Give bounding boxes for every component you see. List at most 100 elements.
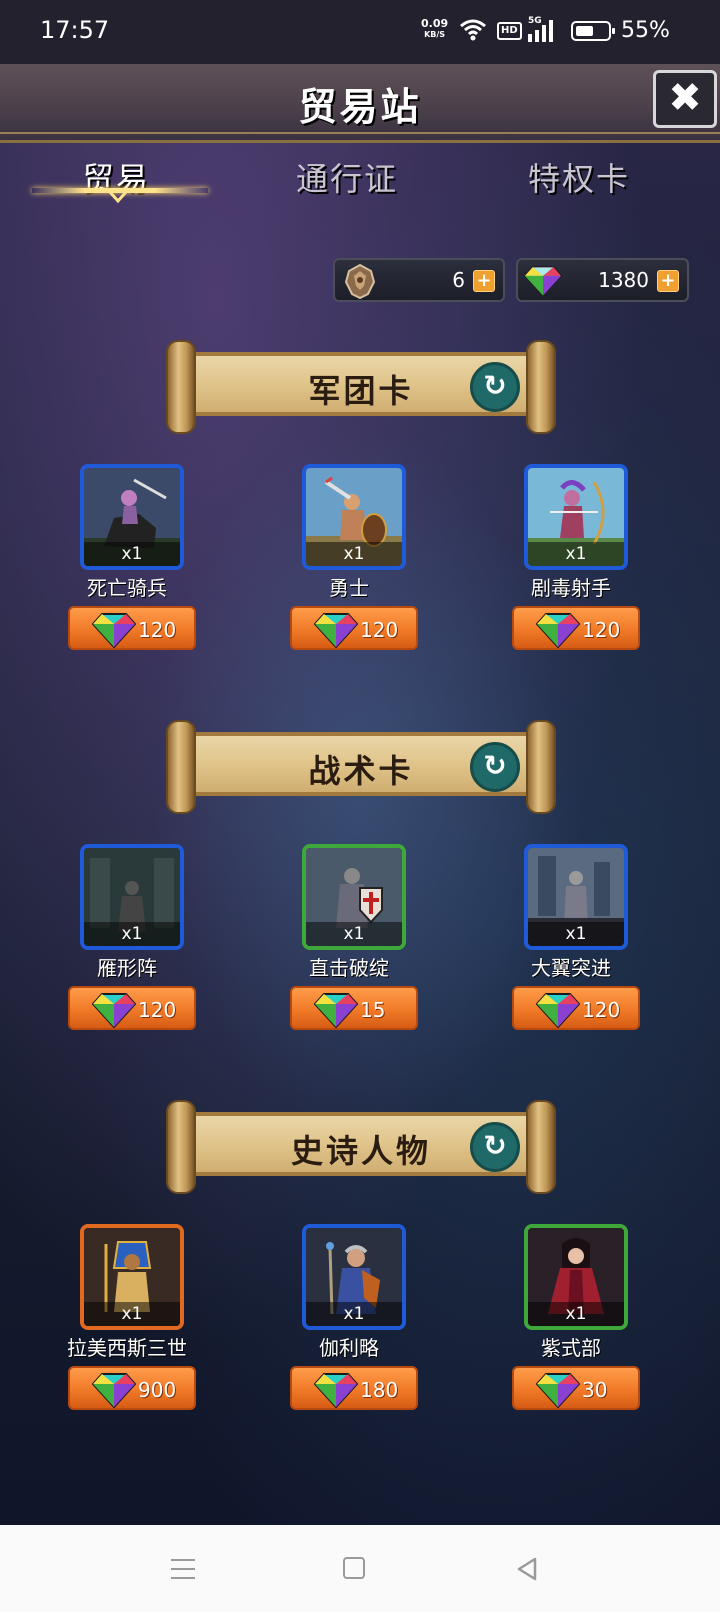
item-count: x1 — [121, 544, 143, 564]
buy-button[interactable]: 120 — [290, 606, 418, 650]
buy-button[interactable]: 15 — [290, 986, 418, 1030]
section-banner: 史诗人物 ↻ — [166, 1094, 556, 1194]
shop-card[interactable]: x1 直击破绽 15 — [274, 844, 424, 1044]
shop-card[interactable]: x1 紫式部 30 — [496, 1224, 646, 1424]
status-bar: 17:57 0.09 KB/S HD 5G 55% — [0, 0, 720, 64]
refresh-button[interactable]: ↻ — [470, 1122, 520, 1172]
card-frame: x1 — [80, 844, 184, 950]
menu-icon[interactable] — [171, 1559, 195, 1579]
header-divider — [0, 132, 720, 134]
card-frame: x1 — [524, 1224, 628, 1330]
net-speed: 0.09 KB/S — [421, 18, 448, 40]
item-name: 紫式部 — [541, 1336, 601, 1360]
item-name: 剧毒射手 — [531, 576, 611, 600]
back-icon[interactable] — [515, 1556, 539, 1582]
refresh-icon: ↻ — [483, 369, 507, 402]
shop-card[interactable]: x1 拉美西斯三世 900 — [52, 1224, 202, 1424]
battery-percent: 55% — [621, 18, 670, 43]
item-name: 直击破绽 — [309, 956, 389, 980]
buy-button[interactable]: 120 — [68, 986, 196, 1030]
item-price: 15 — [360, 998, 386, 1022]
item-name: 伽利略 — [319, 1336, 379, 1360]
signal-bar — [542, 25, 546, 42]
buy-button[interactable]: 120 — [512, 606, 640, 650]
chevron-down-icon — [108, 191, 128, 204]
shop-card[interactable]: x1 剧毒射手 120 — [496, 464, 646, 664]
currency-crest: 6 + — [333, 258, 505, 302]
scroll-end-right — [526, 1100, 556, 1194]
battery-fill — [576, 26, 593, 36]
gem-icon — [536, 1373, 580, 1408]
tab-bar: 贸易 通行证 特权卡 — [0, 142, 720, 222]
gem-icon — [536, 613, 580, 648]
add-gems-button[interactable]: + — [657, 270, 679, 292]
shop-card[interactable]: x1 勇士 120 — [274, 464, 424, 664]
gem-icon — [314, 613, 358, 648]
item-name: 勇士 — [329, 576, 369, 600]
wifi-icon — [460, 19, 486, 41]
buy-button[interactable]: 30 — [512, 1366, 640, 1410]
item-price: 180 — [360, 1378, 399, 1402]
item-price: 120 — [582, 618, 621, 642]
scroll-end-right — [526, 340, 556, 434]
card-frame: x1 — [302, 464, 406, 570]
shop-card[interactable]: x1 雁形阵 120 — [52, 844, 202, 1044]
card-frame: x1 — [80, 1224, 184, 1330]
shop-card[interactable]: x1 伽利略 180 — [274, 1224, 424, 1424]
home-icon[interactable] — [343, 1557, 365, 1579]
gem-icon — [314, 1373, 358, 1408]
close-button[interactable]: ✖ — [653, 70, 717, 128]
tab-privilege-card[interactable]: 特权卡 — [528, 154, 630, 200]
item-count: x1 — [343, 1304, 365, 1324]
crest-icon — [344, 263, 376, 300]
item-name: 大翼突进 — [531, 956, 611, 980]
buy-button[interactable]: 120 — [512, 986, 640, 1030]
shop-card[interactable]: x1 死亡骑兵 120 — [52, 464, 202, 664]
buy-button[interactable]: 180 — [290, 1366, 418, 1410]
item-name: 死亡骑兵 — [87, 576, 167, 600]
close-icon: ✖ — [668, 75, 702, 121]
card-frame: x1 — [524, 464, 628, 570]
net-speed-unit: KB/S — [424, 30, 446, 39]
hd-badge: HD — [497, 22, 522, 40]
crest-amount: 6 — [452, 268, 465, 292]
battery-icon — [571, 21, 615, 41]
refresh-button[interactable]: ↻ — [470, 742, 520, 792]
buy-button[interactable]: 120 — [68, 606, 196, 650]
item-count: x1 — [565, 1304, 587, 1324]
item-name: 拉美西斯三世 — [67, 1336, 187, 1360]
battery-nub — [612, 28, 615, 34]
tab-pass[interactable]: 通行证 — [296, 154, 398, 200]
section-banner: 军团卡 ↻ — [166, 334, 556, 434]
signal-bar — [535, 30, 539, 42]
net-speed-value: 0.09 — [421, 17, 449, 30]
item-price: 900 — [138, 1378, 177, 1402]
gem-icon — [92, 613, 136, 648]
card-frame: x1 — [302, 1224, 406, 1330]
item-price: 120 — [138, 618, 177, 642]
refresh-icon: ↻ — [483, 749, 507, 782]
item-count: x1 — [121, 924, 143, 944]
item-count: x1 — [121, 1304, 143, 1324]
item-count: x1 — [343, 544, 365, 564]
item-count: x1 — [565, 924, 587, 944]
buy-button[interactable]: 900 — [68, 1366, 196, 1410]
refresh-icon: ↻ — [483, 1129, 507, 1162]
item-price: 30 — [582, 1378, 608, 1402]
gem-icon — [92, 1373, 136, 1408]
refresh-button[interactable]: ↻ — [470, 362, 520, 412]
item-price: 120 — [360, 618, 399, 642]
card-frame: x1 — [524, 844, 628, 950]
gem-icon — [536, 993, 580, 1028]
item-name: 雁形阵 — [97, 956, 157, 980]
signal-icon: 5G — [528, 16, 562, 44]
page-title: 贸易站 — [298, 85, 422, 129]
signal-bar — [528, 34, 532, 42]
item-price: 120 — [138, 998, 177, 1022]
shop-card[interactable]: x1 大翼突进 120 — [496, 844, 646, 1044]
section-banner: 战术卡 ↻ — [166, 714, 556, 814]
card-frame: x1 — [80, 464, 184, 570]
gem-icon — [524, 266, 562, 297]
add-crest-button[interactable]: + — [473, 270, 495, 292]
scroll-end-right — [526, 720, 556, 814]
